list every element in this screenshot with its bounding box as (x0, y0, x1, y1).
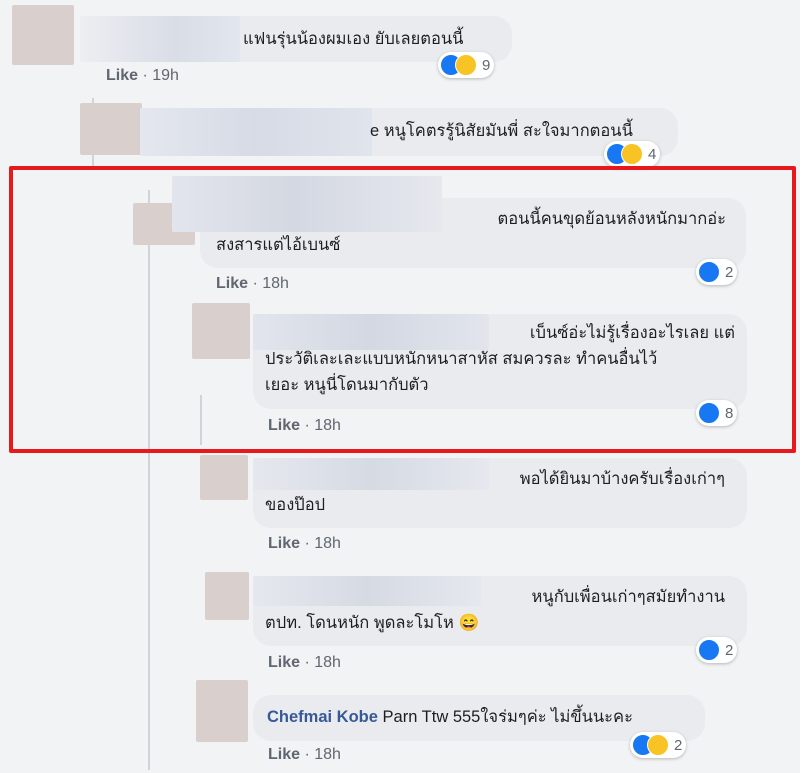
comment-text-line: หนูกับเพื่อนเก่าๆสมัยทำงาน (531, 588, 725, 606)
avatar[interactable] (205, 572, 249, 620)
comment-actions: Like · 19h (106, 67, 179, 84)
reactions-badge[interactable]: 9 (438, 52, 495, 78)
haha-icon (647, 734, 669, 756)
comment-text-line: ของป๊อป (265, 496, 326, 514)
blurred-author-name (140, 108, 372, 156)
avatar[interactable] (80, 103, 142, 155)
like-link[interactable]: Like (106, 67, 138, 84)
comment-text: Chefmai Kobe Parn Ttw 555ใจร่มๆค่ะ ไม่ขึ… (267, 704, 633, 730)
reaction-count: 2 (725, 641, 734, 659)
avatar[interactable] (12, 5, 74, 65)
reaction-count: 4 (648, 145, 657, 163)
blurred-author-name (80, 16, 240, 62)
highlight-box (9, 166, 796, 453)
comment-body: Parn Ttw 555ใจร่มๆค่ะ ไม่ขึ้นนะคะ (382, 708, 633, 726)
like-link[interactable]: Like (268, 535, 300, 552)
reactions-badge[interactable]: 2 (630, 732, 687, 758)
timestamp[interactable]: 18h (314, 746, 341, 763)
timestamp[interactable]: 18h (314, 654, 341, 671)
comment-bubble: พอได้ยินมาบ้างครับเรื่องเก่าๆ ของป๊อป (253, 458, 747, 528)
like-icon (698, 639, 720, 661)
comment-actions: Like · 18h (268, 746, 341, 763)
comment-text-line: พอได้ยินมาบ้างครับเรื่องเก่าๆ (519, 470, 725, 488)
avatar[interactable] (200, 455, 248, 500)
comment-bubble: หนูกับเพื่อนเก่าๆสมัยทำงาน ตปท. โดนหนัก … (253, 576, 747, 646)
comment-actions: Like · 18h (268, 535, 341, 552)
haha-icon (455, 54, 477, 76)
timestamp[interactable]: 19h (152, 67, 179, 84)
haha-icon (621, 143, 643, 165)
comment-text: หนูกับเพื่อนเก่าๆสมัยทำงาน ตปท. โดนหนัก … (265, 584, 725, 636)
reactions-badge[interactable]: 2 (696, 637, 738, 663)
comment-author-link[interactable]: Chefmai Kobe (267, 708, 378, 726)
reaction-count: 9 (482, 56, 491, 74)
avatar[interactable] (196, 680, 248, 742)
like-link[interactable]: Like (268, 746, 300, 763)
comment-text: แฟนรุ่นน้องผมเอง ยับเลยตอนนี้ (243, 30, 464, 48)
like-link[interactable]: Like (268, 654, 300, 671)
reactions-badge[interactable]: 4 (604, 141, 661, 167)
timestamp[interactable]: 18h (314, 535, 341, 552)
comment-text: e หนูโคตรรู้นิสัยมันพี่ สะใจมากตอนนี้ (370, 122, 633, 140)
comment-actions: Like · 18h (268, 654, 341, 671)
comment-text-line: ตปท. โดนหนัก พูดละโมโห 😄 (265, 614, 479, 632)
reaction-count: 2 (674, 736, 683, 754)
comment-bubble: e หนูโคตรรู้นิสัยมันพี่ สะใจมากตอนนี้ (140, 108, 678, 156)
comment-text: พอได้ยินมาบ้างครับเรื่องเก่าๆ ของป๊อป (265, 466, 725, 518)
